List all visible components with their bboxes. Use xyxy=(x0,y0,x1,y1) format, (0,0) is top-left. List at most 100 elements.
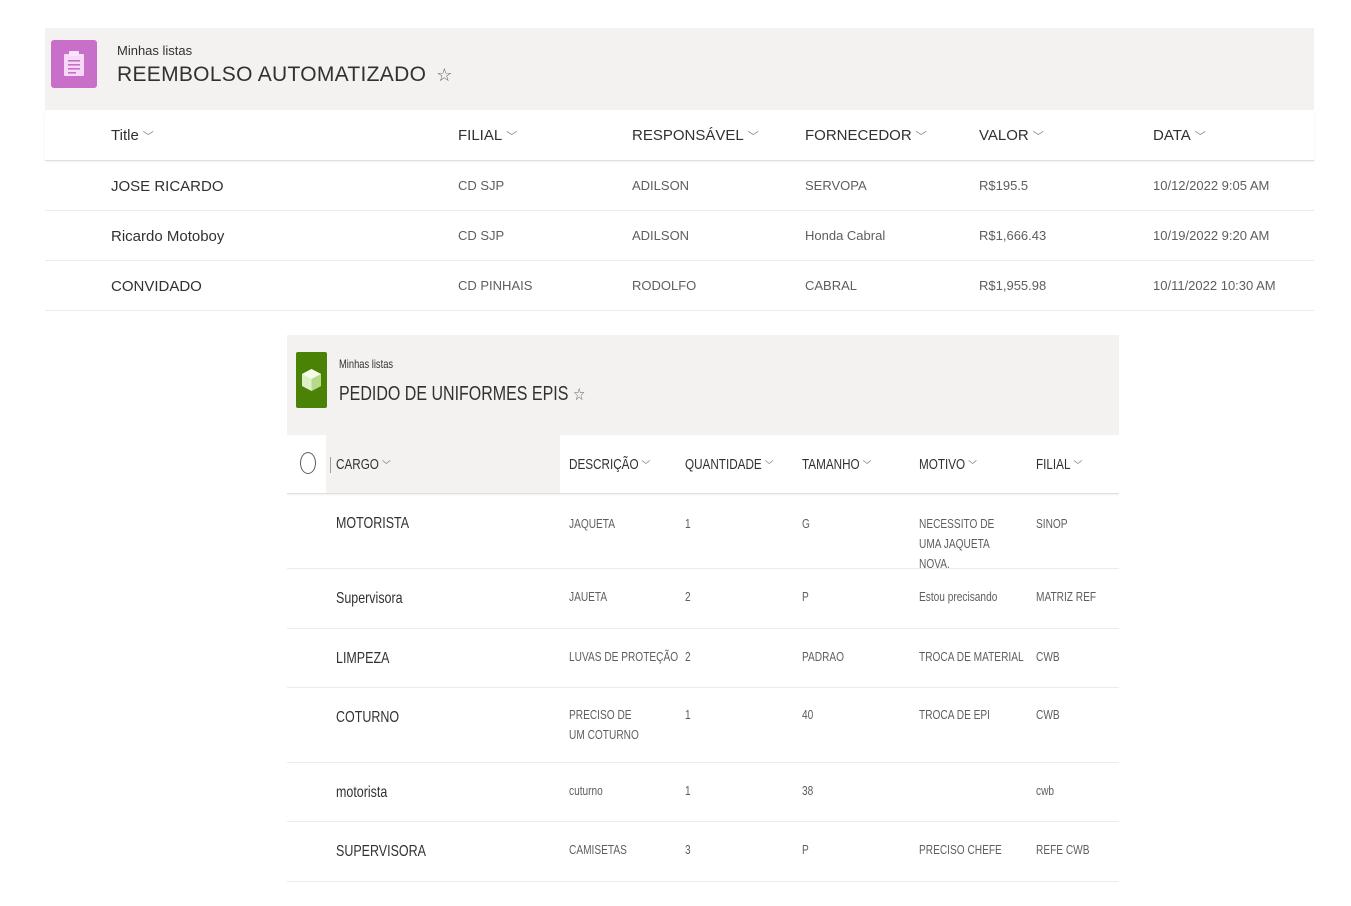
column-header-valor[interactable]: VALOR ﹀ xyxy=(979,127,1044,144)
cell-motivo: Estou precisando xyxy=(919,589,998,604)
table-row[interactable]: COTURNO PRECISO DE UM COTURNO 1 40 TROCA… xyxy=(287,688,1119,763)
cell-descricao: CAMISETAS xyxy=(569,842,627,857)
chevron-down-icon: ﹀ xyxy=(1194,131,1206,143)
cell-tamanho: 38 xyxy=(802,783,814,798)
cell-quantidade: 1 xyxy=(685,516,691,531)
cell-responsavel: ADILSON xyxy=(632,178,690,193)
chevron-down-icon: ﹀ xyxy=(142,131,154,143)
cell-descricao: LUVAS DE PROTEÇÃO xyxy=(569,649,679,664)
cell-tamanho: P xyxy=(802,842,809,857)
cell-fornecedor: Honda Cabral xyxy=(805,228,886,243)
cell-cargo[interactable]: LIMPEZA xyxy=(336,649,389,669)
cell-data: 10/11/2022 10:30 AM xyxy=(1153,278,1276,293)
column-header-motivo[interactable]: MOTIVO ﹀ xyxy=(919,456,977,473)
table-row[interactable]: Ricardo Motoboy CD SJP ADILSON Honda Cab… xyxy=(45,211,1314,261)
cell-motivo: TROCA DE MATERIAL xyxy=(919,649,1024,664)
list-icon xyxy=(296,352,327,408)
page-title: REEMBOLSO AUTOMATIZADO ☆ xyxy=(117,63,453,87)
cell-title[interactable]: Ricardo Motoboy xyxy=(111,228,224,245)
cell-cargo[interactable]: MOTORISTA xyxy=(336,514,409,534)
cell-descricao: cuturno xyxy=(569,783,603,798)
cell-descricao: PRECISO DE UM COTURNO xyxy=(569,707,639,742)
cell-quantidade: 3 xyxy=(685,842,691,857)
breadcrumb[interactable]: Minhas listas xyxy=(117,43,192,58)
cell-cargo[interactable]: Supervisora xyxy=(336,589,403,609)
table-row[interactable]: SUPERVISORA CAMISETAS 3 P PRECISO CHEFE … xyxy=(287,822,1119,882)
cell-responsavel: ADILSON xyxy=(632,228,690,243)
column-header-cargo[interactable]: CARGO ﹀ xyxy=(336,456,391,473)
favorite-star-icon[interactable]: ☆ xyxy=(436,65,452,85)
column-label: FORNECEDOR xyxy=(805,127,912,144)
column-label: QUANTIDADE xyxy=(685,456,762,473)
cell-valor: R$1,955.98 xyxy=(979,278,1047,293)
column-label: MOTIVO xyxy=(919,456,966,473)
column-label: VALOR xyxy=(979,127,1029,144)
column-label: DATA xyxy=(1153,127,1191,144)
table-row[interactable]: motorista cuturno 1 38 cwb xyxy=(287,763,1119,822)
cell-tamanho: 40 xyxy=(802,707,814,722)
chevron-down-icon: ﹀ xyxy=(1073,460,1083,472)
column-header-data[interactable]: DATA ﹀ xyxy=(1153,127,1206,144)
column-label: RESPONSÁVEL xyxy=(632,127,744,144)
column-header-fornecedor[interactable]: FORNECEDOR ﹀ xyxy=(805,127,927,144)
table-row[interactable]: MOTORISTA JAQUETA 1 G NECESSITO DE UMA J… xyxy=(287,494,1119,571)
column-label: DESCRIÇÃO xyxy=(569,456,639,473)
cell-motivo: PRECISO CHEFE xyxy=(919,842,1002,857)
header-row: CARGO ﹀ DESCRIÇÃO ﹀ QUANTIDADE ﹀ TAMANHO ﹀ M… xyxy=(287,435,1119,494)
list-table: Title ﹀ FILIAL ﹀ RESPONSÁVEL ﹀ FORNECEDOR ﹀ … xyxy=(45,110,1314,311)
select-all-checkbox[interactable] xyxy=(300,452,316,474)
cell-descricao: JAUETA xyxy=(569,589,608,604)
column-header-responsavel[interactable]: RESPONSÁVEL ﹀ xyxy=(632,127,759,144)
chevron-down-icon: ﹀ xyxy=(641,460,651,472)
column-resize-handle[interactable] xyxy=(330,457,331,473)
table-row[interactable]: LIMPEZA LUVAS DE PROTEÇÃO 2 PADRAO TROCA… xyxy=(287,629,1119,688)
list-reembolso: Minhas listas REEMBOLSO AUTOMATIZADO ☆ Ti… xyxy=(45,28,1314,311)
cell-filial: CWB xyxy=(1036,649,1060,664)
cell-filial: REFE CWB xyxy=(1036,842,1090,857)
cell-filial: CD SJP xyxy=(458,178,505,193)
cell-filial: CD PINHAIS xyxy=(458,278,533,293)
breadcrumb[interactable]: Minhas listas xyxy=(339,357,393,371)
list-header: Minhas listas REEMBOLSO AUTOMATIZADO ☆ xyxy=(45,28,1314,110)
cell-filial: SINOP xyxy=(1036,516,1068,531)
column-header-quantidade[interactable]: QUANTIDADE ﹀ xyxy=(685,456,773,473)
cell-title[interactable]: CONVIDADO xyxy=(111,278,202,295)
list-table: CARGO ﹀ DESCRIÇÃO ﹀ QUANTIDADE ﹀ TAMANHO ﹀ M… xyxy=(287,435,1119,882)
cell-data: 10/12/2022 9:05 AM xyxy=(1153,178,1270,193)
cell-filial: CD SJP xyxy=(458,228,505,243)
chevron-down-icon: ﹀ xyxy=(764,460,774,472)
cell-fornecedor: CABRAL xyxy=(805,278,858,293)
cell-filial: cwb xyxy=(1036,783,1055,798)
list-header: Minhas listas PEDIDO DE UNIFORMES EPIS ☆ xyxy=(287,335,1119,435)
cell-cargo[interactable]: motorista xyxy=(336,783,387,803)
chevron-down-icon: ﹀ xyxy=(506,131,518,143)
table-row[interactable]: Supervisora JAUETA 2 P Estou precisando … xyxy=(287,569,1119,629)
column-header-descricao[interactable]: DESCRIÇÃO ﹀ xyxy=(569,456,650,473)
column-header-filial[interactable]: FILIAL ﹀ xyxy=(458,127,517,144)
cell-valor: R$195.5 xyxy=(979,178,1029,193)
column-header-tamanho[interactable]: TAMANHO ﹀ xyxy=(802,456,871,473)
cell-tamanho: P xyxy=(802,589,809,604)
table-row[interactable]: CONVIDADO CD PINHAIS RODOLFO CABRAL R$1,… xyxy=(45,261,1314,311)
list-icon xyxy=(51,40,97,88)
header-row: Title ﹀ FILIAL ﹀ RESPONSÁVEL ﹀ FORNECEDOR ﹀ … xyxy=(45,110,1314,161)
table-row[interactable]: JOSE RICARDO CD SJP ADILSON SERVOPA R$19… xyxy=(45,161,1314,211)
favorite-star-icon[interactable]: ☆ xyxy=(573,385,585,404)
cell-responsavel: RODOLFO xyxy=(632,278,697,293)
cell-data: 10/19/2022 9:20 AM xyxy=(1153,228,1270,243)
cell-tamanho: PADRAO xyxy=(802,649,845,664)
column-header-title[interactable]: Title ﹀ xyxy=(111,127,154,144)
chevron-down-icon: ﹀ xyxy=(1032,131,1044,143)
column-header-filial[interactable]: FILIAL ﹀ xyxy=(1036,456,1082,473)
column-label: FILIAL xyxy=(1036,456,1071,473)
cell-title[interactable]: JOSE RICARDO xyxy=(111,178,224,195)
cell-cargo[interactable]: SUPERVISORA xyxy=(336,842,426,862)
cell-quantidade: 1 xyxy=(685,783,691,798)
cell-quantidade: 1 xyxy=(685,707,691,722)
cell-cargo[interactable]: COTURNO xyxy=(336,708,399,728)
list-title: REEMBOLSO AUTOMATIZADO xyxy=(117,63,427,86)
list-title: PEDIDO DE UNIFORMES EPIS xyxy=(339,383,569,405)
clipboard-icon xyxy=(64,51,84,76)
cell-tamanho: G xyxy=(802,516,810,531)
cell-fornecedor: SERVOPA xyxy=(805,178,867,193)
